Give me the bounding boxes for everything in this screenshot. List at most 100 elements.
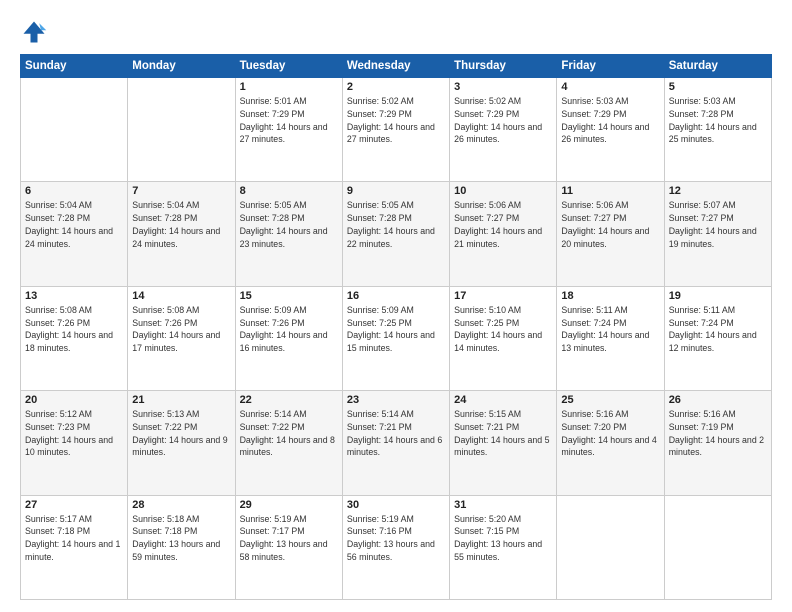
day-cell: 24 Sunrise: 5:15 AM Sunset: 7:21 PM Dayli… (450, 391, 557, 495)
day-detail: Sunrise: 5:05 AM Sunset: 7:28 PM Dayligh… (240, 199, 338, 250)
day-number: 22 (240, 394, 338, 406)
day-cell: 18Sunrise: 5:11 AM Sunset: 7:24 PM Dayli… (557, 286, 664, 390)
day-number: 24 (454, 394, 552, 406)
day-cell: 26 Sunrise: 5:16 AM Sunset: 7:19 PM Dayli… (664, 391, 771, 495)
day-number: 26 (669, 394, 767, 406)
day-cell (128, 78, 235, 182)
day-detail: Sunrise: 5:16 AM Sunset: 7:19 PM Dayligh… (669, 408, 767, 459)
day-number: 5 (669, 81, 767, 93)
day-detail: Sunrise: 5:12 AM Sunset: 7:23 PM Dayligh… (25, 408, 123, 459)
day-detail: Sunrise: 5:02 AM Sunset: 7:29 PM Dayligh… (347, 95, 445, 146)
day-number: 31 (454, 499, 552, 511)
day-cell: 12 Sunrise: 5:07 AM Sunset: 7:27 PM Dayli… (664, 182, 771, 286)
day-number: 19 (669, 290, 767, 302)
day-number: 10 (454, 185, 552, 197)
day-cell: 17 Sunrise: 5:10 AM Sunset: 7:25 PM Dayli… (450, 286, 557, 390)
day-detail: Sunrise: 5:14 AM Sunset: 7:22 PM Dayligh… (240, 408, 338, 459)
week-row-1: 1 Sunrise: 5:01 AM Sunset: 7:29 PM Daylig… (21, 78, 772, 182)
logo-icon (20, 18, 48, 46)
day-cell: 31 Sunrise: 5:20 AM Sunset: 7:15 PM Dayli… (450, 495, 557, 599)
day-detail: Sunrise: 5:05 AM Sunset: 7:28 PM Dayligh… (347, 199, 445, 250)
day-cell: 3 Sunrise: 5:02 AM Sunset: 7:29 PM Daylig… (450, 78, 557, 182)
day-number: 20 (25, 394, 123, 406)
day-detail: Sunrise: 5:09 AM Sunset: 7:26 PM Dayligh… (240, 304, 338, 355)
day-detail: Sunrise: 5:19 AM Sunset: 7:16 PM Dayligh… (347, 513, 445, 564)
day-number: 8 (240, 185, 338, 197)
day-detail: Sunrise: 5:06 AM Sunset: 7:27 PM Dayligh… (561, 199, 659, 250)
day-number: 4 (561, 81, 659, 93)
col-header-saturday: Saturday (664, 55, 771, 78)
day-number: 1 (240, 81, 338, 93)
day-number: 18 (561, 290, 659, 302)
day-number: 16 (347, 290, 445, 302)
day-detail: Sunrise: 5:04 AM Sunset: 7:28 PM Dayligh… (25, 199, 123, 250)
header (20, 18, 772, 46)
day-number: 28 (132, 499, 230, 511)
day-cell: 14Sunrise: 5:08 AM Sunset: 7:26 PM Dayli… (128, 286, 235, 390)
day-detail: Sunrise: 5:08 AM Sunset: 7:26 PM Dayligh… (132, 304, 230, 355)
day-detail: Sunrise: 5:04 AM Sunset: 7:28 PM Dayligh… (132, 199, 230, 250)
day-detail: Sunrise: 5:02 AM Sunset: 7:29 PM Dayligh… (454, 95, 552, 146)
day-cell: 5 Sunrise: 5:03 AM Sunset: 7:28 PM Daylig… (664, 78, 771, 182)
day-cell: 30 Sunrise: 5:19 AM Sunset: 7:16 PM Dayli… (342, 495, 449, 599)
day-number: 25 (561, 394, 659, 406)
day-number: 9 (347, 185, 445, 197)
day-cell: 21 Sunrise: 5:13 AM Sunset: 7:22 PM Dayli… (128, 391, 235, 495)
day-cell (664, 495, 771, 599)
day-cell: 7Sunrise: 5:04 AM Sunset: 7:28 PM Daylig… (128, 182, 235, 286)
day-number: 3 (454, 81, 552, 93)
day-cell: 11 Sunrise: 5:06 AM Sunset: 7:27 PM Dayli… (557, 182, 664, 286)
day-detail: Sunrise: 5:08 AM Sunset: 7:26 PM Dayligh… (25, 304, 123, 355)
day-number: 17 (454, 290, 552, 302)
day-detail: Sunrise: 5:13 AM Sunset: 7:22 PM Dayligh… (132, 408, 230, 459)
day-cell: 29 Sunrise: 5:19 AM Sunset: 7:17 PM Dayli… (235, 495, 342, 599)
day-cell: 9 Sunrise: 5:05 AM Sunset: 7:28 PM Daylig… (342, 182, 449, 286)
day-cell: 25 Sunrise: 5:16 AM Sunset: 7:20 PM Dayli… (557, 391, 664, 495)
calendar-table: SundayMondayTuesdayWednesdayThursdayFrid… (20, 54, 772, 600)
day-number: 29 (240, 499, 338, 511)
week-row-3: 13 Sunrise: 5:08 AM Sunset: 7:26 PM Dayli… (21, 286, 772, 390)
day-detail: Sunrise: 5:17 AM Sunset: 7:18 PM Dayligh… (25, 513, 123, 564)
day-number: 2 (347, 81, 445, 93)
day-number: 23 (347, 394, 445, 406)
day-cell: 13 Sunrise: 5:08 AM Sunset: 7:26 PM Dayli… (21, 286, 128, 390)
day-detail: Sunrise: 5:10 AM Sunset: 7:25 PM Dayligh… (454, 304, 552, 355)
day-cell: 8 Sunrise: 5:05 AM Sunset: 7:28 PM Daylig… (235, 182, 342, 286)
col-header-friday: Friday (557, 55, 664, 78)
col-header-tuesday: Tuesday (235, 55, 342, 78)
col-header-sunday: Sunday (21, 55, 128, 78)
day-cell: 27 Sunrise: 5:17 AM Sunset: 7:18 PM Dayli… (21, 495, 128, 599)
day-detail: Sunrise: 5:11 AM Sunset: 7:24 PM Dayligh… (669, 304, 767, 355)
week-row-5: 27 Sunrise: 5:17 AM Sunset: 7:18 PM Dayli… (21, 495, 772, 599)
day-detail: Sunrise: 5:15 AM Sunset: 7:21 PM Dayligh… (454, 408, 552, 459)
day-detail: Sunrise: 5:19 AM Sunset: 7:17 PM Dayligh… (240, 513, 338, 564)
day-cell: 10Sunrise: 5:06 AM Sunset: 7:27 PM Dayli… (450, 182, 557, 286)
day-number: 12 (669, 185, 767, 197)
column-headers: SundayMondayTuesdayWednesdayThursdayFrid… (21, 55, 772, 78)
day-number: 27 (25, 499, 123, 511)
day-detail: Sunrise: 5:16 AM Sunset: 7:20 PM Dayligh… (561, 408, 659, 459)
day-detail: Sunrise: 5:07 AM Sunset: 7:27 PM Dayligh… (669, 199, 767, 250)
day-detail: Sunrise: 5:01 AM Sunset: 7:29 PM Dayligh… (240, 95, 338, 146)
day-cell: 4 Sunrise: 5:03 AM Sunset: 7:29 PM Daylig… (557, 78, 664, 182)
day-number: 30 (347, 499, 445, 511)
day-cell (21, 78, 128, 182)
day-cell: 28 Sunrise: 5:18 AM Sunset: 7:18 PM Dayli… (128, 495, 235, 599)
day-cell: 16Sunrise: 5:09 AM Sunset: 7:25 PM Dayli… (342, 286, 449, 390)
week-row-4: 20 Sunrise: 5:12 AM Sunset: 7:23 PM Dayli… (21, 391, 772, 495)
col-header-monday: Monday (128, 55, 235, 78)
day-detail: Sunrise: 5:03 AM Sunset: 7:28 PM Dayligh… (669, 95, 767, 146)
day-detail: Sunrise: 5:03 AM Sunset: 7:29 PM Dayligh… (561, 95, 659, 146)
day-number: 6 (25, 185, 123, 197)
day-detail: Sunrise: 5:20 AM Sunset: 7:15 PM Dayligh… (454, 513, 552, 564)
day-cell: 23Sunrise: 5:14 AM Sunset: 7:21 PM Dayli… (342, 391, 449, 495)
day-cell (557, 495, 664, 599)
day-detail: Sunrise: 5:18 AM Sunset: 7:18 PM Dayligh… (132, 513, 230, 564)
day-number: 21 (132, 394, 230, 406)
day-number: 13 (25, 290, 123, 302)
day-cell: 19 Sunrise: 5:11 AM Sunset: 7:24 PM Dayli… (664, 286, 771, 390)
day-cell: 22 Sunrise: 5:14 AM Sunset: 7:22 PM Dayli… (235, 391, 342, 495)
day-cell: 6 Sunrise: 5:04 AM Sunset: 7:28 PM Daylig… (21, 182, 128, 286)
day-number: 11 (561, 185, 659, 197)
day-cell: 20 Sunrise: 5:12 AM Sunset: 7:23 PM Dayli… (21, 391, 128, 495)
